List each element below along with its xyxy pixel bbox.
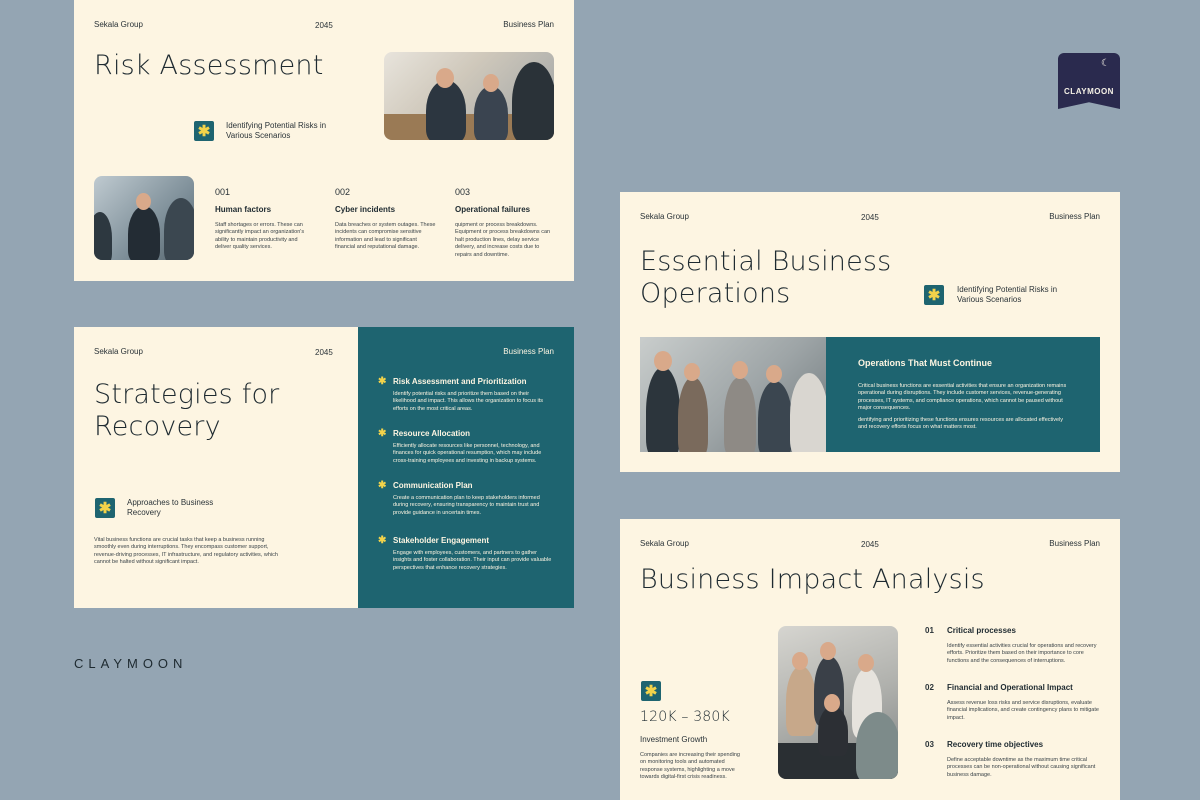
item-number: 003	[455, 187, 471, 197]
meeting-photo	[384, 52, 554, 140]
asterisk-icon: ✱	[378, 480, 387, 491]
strategy-title: Communication Plan	[393, 481, 473, 490]
asterisk-icon: ✱	[378, 535, 387, 546]
slide-body: Companies are increasing their spending …	[640, 752, 740, 781]
asterisk-icon: ✱	[98, 499, 112, 517]
team-photo	[778, 626, 898, 779]
strategy-title: Risk Assessment and Prioritization	[393, 377, 527, 386]
item-description: Define acceptable downtime as the maximu…	[947, 757, 1096, 778]
year-label: 2045	[861, 213, 879, 222]
slide-risk-assessment: Sekala Group 2045 Business Plan Risk Ass…	[74, 0, 574, 281]
strategy-description: Engage with employees, customers, and pa…	[393, 550, 552, 571]
item-description: quipment or process breakdowns. Equipmen…	[455, 222, 551, 258]
strategy-description: Identify potential risks and prioritize …	[393, 391, 544, 412]
asterisk-icon: ✱	[927, 286, 941, 304]
slide-title: Risk Assessment	[94, 50, 324, 81]
strategy-description: Create a communication plan to keep stak…	[393, 495, 540, 516]
strategy-description: Efficiently allocate resources like pers…	[393, 443, 542, 464]
item-description: Data breaches or system outages. These i…	[335, 222, 436, 251]
slide-title: Business Impact Analysis	[640, 564, 985, 595]
presenter-photo	[94, 176, 194, 260]
doc-label: Business Plan	[503, 20, 554, 29]
brand-label: Sekala Group	[94, 347, 143, 356]
slide-title: Strategies for Recovery	[94, 379, 280, 443]
strategy-title: Stakeholder Engagement	[393, 536, 490, 545]
logo-text: CLAYMOON	[1064, 87, 1114, 96]
brand-label: Sekala Group	[640, 539, 689, 548]
item-title: Cyber incidents	[335, 205, 396, 214]
item-description: Assess revenue loss risks and service di…	[947, 700, 1099, 721]
slide-business-impact: Sekala Group 2045 Business Plan Business…	[620, 519, 1120, 800]
badge: ✱	[194, 121, 214, 141]
year-label: 2045	[315, 21, 333, 30]
item-title: Human factors	[215, 205, 272, 214]
item-description: Identify essential activities crucial fo…	[947, 643, 1097, 664]
handshake-photo	[640, 337, 826, 452]
item-title: Recovery time objectives	[947, 740, 1044, 749]
strategy-title: Resource Allocation	[393, 429, 471, 438]
item-title: Operational failures	[455, 205, 531, 214]
slide-subtitle: Approaches to Business Recovery	[127, 498, 214, 518]
operations-panel: Operations That Must Continue Critical b…	[640, 337, 1100, 452]
strategies-panel: Business Plan ✱ Risk Assessment and Prio…	[358, 327, 574, 608]
slide-strategies-recovery: Sekala Group 2045 Strategies for Recover…	[74, 327, 574, 608]
moon-icon: ☾	[1101, 58, 1110, 69]
item-title: Critical processes	[947, 626, 1016, 635]
item-number: 01	[925, 626, 934, 635]
item-number: 03	[925, 740, 934, 749]
asterisk-icon: ✱	[378, 376, 387, 387]
doc-label: Business Plan	[503, 347, 554, 356]
panel-title: Operations That Must Continue	[858, 358, 992, 368]
slide-subtitle: Identifying Potential Risks in Various S…	[226, 121, 327, 141]
panel-paragraph: Critical business functions are essentia…	[858, 383, 1067, 412]
asterisk-icon: ✱	[644, 682, 658, 700]
doc-label: Business Plan	[1049, 539, 1100, 548]
badge: ✱	[641, 681, 661, 701]
brand-label: Sekala Group	[640, 212, 689, 221]
slide-essential-operations: Sekala Group 2045 Business Plan Essentia…	[620, 192, 1120, 472]
item-number: 02	[925, 683, 934, 692]
asterisk-icon: ✱	[197, 122, 211, 140]
slide-body: Vital business functions are crucial tas…	[94, 537, 278, 566]
item-title: Financial and Operational Impact	[947, 683, 1073, 692]
badge: ✱	[924, 285, 944, 305]
investment-range: 120K – 380K	[640, 709, 730, 725]
brand-logo: ☾ CLAYMOON	[1058, 53, 1120, 109]
footer-brand: CLAYMOON	[74, 656, 188, 671]
doc-label: Business Plan	[1049, 212, 1100, 221]
panel-paragraph: dentifying and prioritizing these functi…	[858, 417, 1064, 431]
slide-subtitle: Identifying Potential Risks in Various S…	[957, 285, 1058, 305]
item-number: 002	[335, 187, 351, 197]
badge: ✱	[95, 498, 115, 518]
item-description: Staff shortages or errors. These can sig…	[215, 222, 305, 251]
investment-label: Investment Growth	[640, 735, 708, 744]
year-label: 2045	[861, 540, 879, 549]
slide-title: Essential Business Operations	[640, 246, 892, 310]
year-label: 2045	[315, 348, 333, 357]
asterisk-icon: ✱	[378, 428, 387, 439]
brand-label: Sekala Group	[94, 20, 143, 29]
item-number: 001	[215, 187, 231, 197]
